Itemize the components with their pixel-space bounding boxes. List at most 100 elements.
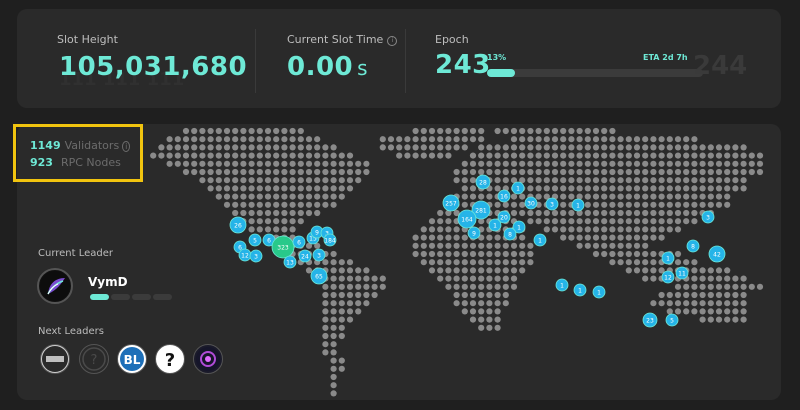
validator-cluster-marker[interactable]: 13 xyxy=(283,255,297,269)
validator-cluster-marker[interactable]: 8 xyxy=(686,239,700,253)
validator-cluster-marker[interactable]: 24 xyxy=(298,249,312,263)
map-dot xyxy=(658,226,665,233)
validator-cluster-marker[interactable]: 3 xyxy=(545,197,559,211)
map-dot xyxy=(707,160,714,167)
purple-orb-leader-avatar[interactable] xyxy=(193,344,223,374)
validator-cluster-marker[interactable]: 1 xyxy=(533,233,547,247)
map-dot xyxy=(642,160,649,167)
question-leader-avatar[interactable]: ? xyxy=(155,344,185,374)
map-dot xyxy=(273,127,280,135)
map-dot xyxy=(535,152,542,159)
map-dot xyxy=(691,201,698,208)
validator-cluster-marker[interactable]: 5 xyxy=(665,313,679,327)
map-dot xyxy=(683,283,690,290)
validator-cluster-marker[interactable]: 11 xyxy=(675,266,689,280)
map-dot xyxy=(248,160,255,167)
validator-cluster-marker[interactable]: 16 xyxy=(497,189,511,203)
validator-cluster-marker[interactable]: 1 xyxy=(661,251,675,265)
cluster-label: 281 xyxy=(475,207,487,214)
map-dot xyxy=(264,144,272,151)
map-dot xyxy=(305,144,313,151)
map-dot xyxy=(289,201,296,208)
map-dot xyxy=(264,136,272,143)
validator-cluster-marker[interactable]: 323 xyxy=(271,235,295,259)
map-dot xyxy=(289,209,296,217)
validator-cluster-marker[interactable]: 12 xyxy=(661,270,675,284)
map-dot xyxy=(642,168,649,176)
map-dot xyxy=(297,144,304,151)
map-dot xyxy=(707,177,714,184)
validator-cluster-marker[interactable]: 65 xyxy=(310,267,328,285)
validator-cluster-marker[interactable]: 5 xyxy=(248,233,262,247)
map-dot xyxy=(248,168,255,176)
map-dot xyxy=(674,201,682,208)
current-leader-name[interactable]: VymD xyxy=(88,275,128,289)
map-dot xyxy=(625,136,632,143)
map-dot xyxy=(625,250,632,258)
map-dot xyxy=(355,300,362,307)
validator-cluster-marker[interactable]: 3 xyxy=(701,210,715,224)
map-dot xyxy=(691,209,698,217)
map-dot xyxy=(691,267,698,274)
map-dot xyxy=(715,316,723,323)
validator-cluster-marker[interactable]: 1 xyxy=(573,283,587,297)
info-icon[interactable]: i xyxy=(122,141,131,152)
map-dot xyxy=(576,168,583,176)
map-dot xyxy=(428,267,436,274)
map-dot xyxy=(182,144,190,151)
map-dot xyxy=(428,144,436,151)
validator-cluster-marker[interactable]: 28 xyxy=(475,174,491,190)
map-dot xyxy=(576,160,583,167)
validator-cluster-marker[interactable]: 3 xyxy=(312,248,326,262)
leader-1-avatar[interactable] xyxy=(40,344,70,374)
bl-leader-avatar[interactable]: BL xyxy=(117,344,147,374)
validator-cluster-marker[interactable]: 1 xyxy=(592,285,606,299)
validator-cluster-marker[interactable]: 42 xyxy=(708,245,726,263)
validator-cluster-marker[interactable]: 30 xyxy=(524,196,538,210)
validator-cluster-marker[interactable]: 23 xyxy=(642,312,658,328)
map-dot xyxy=(568,177,575,184)
map-dot xyxy=(527,259,534,266)
validator-cluster-marker[interactable]: 9 xyxy=(467,226,481,240)
validator-cluster-marker[interactable]: 8 xyxy=(503,227,517,241)
map-dot xyxy=(642,136,649,143)
cluster-label: 164 xyxy=(461,216,473,223)
validator-cluster-marker[interactable]: 164 xyxy=(457,209,477,229)
map-dot xyxy=(330,324,337,331)
validator-cluster-marker[interactable]: 26 xyxy=(229,216,247,234)
map-dot xyxy=(633,218,641,225)
info-icon[interactable]: i xyxy=(387,36,398,46)
validator-cluster-marker[interactable]: 3 xyxy=(249,249,263,263)
validator-cluster-marker[interactable]: 257 xyxy=(442,194,460,212)
cluster-label: 6 xyxy=(297,239,301,246)
map-dot xyxy=(715,283,723,290)
validator-cluster-marker[interactable]: 6 xyxy=(292,235,306,249)
map-dot xyxy=(568,185,575,192)
leader-slot-segment xyxy=(111,294,130,300)
map-dot xyxy=(715,185,723,192)
map-dot xyxy=(330,300,337,307)
map-dot xyxy=(576,234,583,241)
map-dot xyxy=(420,234,427,241)
map-dot xyxy=(289,144,296,151)
validator-cluster-marker[interactable]: 1 xyxy=(511,181,525,195)
validator-cluster-marker[interactable]: 1 xyxy=(555,278,569,292)
validators-count: 1149 xyxy=(30,139,61,152)
map-dot xyxy=(625,144,632,151)
validator-cluster-marker[interactable]: 184 xyxy=(323,233,337,247)
validator-cluster-marker[interactable]: 1 xyxy=(571,198,585,212)
map-dot xyxy=(486,316,493,323)
map-dot xyxy=(633,136,641,143)
map-dot xyxy=(461,168,468,176)
map-dot xyxy=(658,201,665,208)
map-dot xyxy=(215,193,222,200)
map-dot xyxy=(683,193,690,200)
map-dot xyxy=(715,160,723,167)
cluster-label: 20 xyxy=(500,214,508,221)
validator-cluster-marker[interactable]: 12 xyxy=(238,248,252,262)
unknown-leader-avatar[interactable]: ? xyxy=(79,344,109,374)
current-leader-avatar[interactable] xyxy=(37,268,73,304)
map-dot xyxy=(494,300,501,307)
validator-cluster-marker[interactable]: 1 xyxy=(488,218,502,232)
map-dot xyxy=(650,226,657,233)
